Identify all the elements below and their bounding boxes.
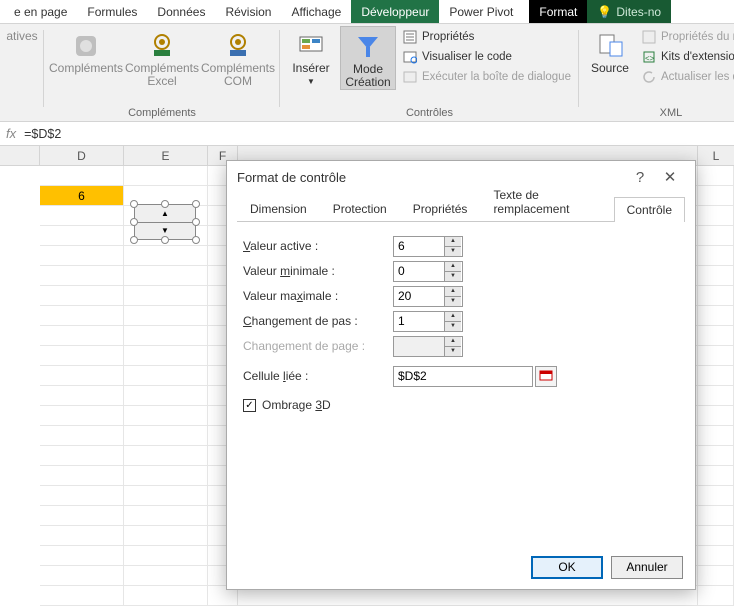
map-properties-button: Propriétés du map: [639, 28, 734, 46]
tab-power-pivot[interactable]: Power Pivot: [439, 0, 523, 23]
dlg-tab-dimension[interactable]: Dimension: [237, 196, 320, 221]
lbl-chg-page: Changement de page :: [243, 339, 393, 353]
map-props-icon: [641, 29, 657, 45]
cell-d2[interactable]: 6: [40, 186, 124, 206]
spin-chg-page: ▲▼: [444, 337, 461, 356]
dialog-tabs: Dimension Protection Propriétés Texte de…: [227, 193, 695, 221]
dlg-tab-texte[interactable]: Texte de remplacement: [480, 182, 613, 221]
source-button[interactable]: Source: [585, 26, 635, 75]
dlg-tab-proprietes[interactable]: Propriétés: [400, 196, 481, 221]
lbl-valeur-min: Valeur minimale :: [243, 264, 393, 278]
executer-dialog-button: Exécuter la boîte de dialogue: [400, 68, 573, 86]
proprietes-button[interactable]: Propriétés: [400, 28, 573, 46]
bulb-icon: 💡: [597, 5, 612, 19]
lbl-chg-pas: Changement de pas :: [243, 314, 393, 328]
complements-excel-button[interactable]: Compléments Excel: [126, 26, 198, 88]
formula-input[interactable]: [22, 126, 728, 142]
ext-kits-icon: <>: [641, 49, 657, 65]
input-valeur-max[interactable]: [394, 287, 444, 306]
group-xml-label: XML: [585, 107, 734, 120]
run-dialog-icon: [402, 69, 418, 85]
dialog-close-button[interactable]: ✕: [655, 168, 685, 186]
annuler-button[interactable]: Annuler: [611, 556, 683, 579]
dlg-tab-controle[interactable]: Contrôle: [614, 197, 685, 222]
lbl-valeur-active: VValeur active :aleur active :: [243, 239, 393, 253]
input-chg-page: [394, 337, 444, 356]
col-header[interactable]: E: [124, 146, 208, 165]
dlg-tab-protection[interactable]: Protection: [320, 196, 400, 221]
tab-format[interactable]: Format: [529, 0, 587, 23]
com-addins-icon: [222, 30, 254, 62]
svg-text:<>: <>: [645, 54, 655, 63]
inserer-button[interactable]: Insérer▼: [286, 26, 336, 88]
input-valeur-active[interactable]: [394, 237, 444, 256]
view-code-icon: [402, 49, 418, 65]
tab-revision[interactable]: Révision: [215, 0, 281, 23]
lbl-cell-liee: Cellule liée :: [243, 369, 393, 383]
ribbon-tabs: e en page Formules Données Révision Affi…: [0, 0, 734, 24]
checkmark-icon: ✓: [243, 399, 256, 412]
formula-bar: fx: [0, 122, 734, 146]
tab-donnees[interactable]: Données: [147, 0, 215, 23]
visualiser-code-button[interactable]: Visualiser le code: [400, 48, 573, 66]
range-picker-icon: [539, 369, 553, 383]
complements-com-button[interactable]: Compléments COM: [202, 26, 274, 88]
tab-mise-en-page[interactable]: e en page: [4, 0, 77, 23]
kits-extension-button[interactable]: <> Kits d'extension: [639, 48, 734, 66]
checkbox-ombrage-3d[interactable]: ✓ Ombrage 3D: [243, 398, 679, 412]
dialog-title: Format de contrôle: [237, 170, 346, 185]
col-header[interactable]: L: [698, 146, 734, 165]
lbl-valeur-max: Valeur maximale :: [243, 289, 393, 303]
insert-control-icon: [295, 30, 327, 62]
dialog-help-button[interactable]: ?: [625, 169, 655, 186]
ribbon: atives Compléments Compléments Excel Com…: [0, 24, 734, 122]
mode-creation-button[interactable]: Mode Création: [340, 26, 396, 90]
addins-icon: [70, 30, 102, 62]
group-controles-label: Contrôles: [286, 107, 573, 120]
format-control-dialog: Format de contrôle ? ✕ Dimension Protect…: [226, 160, 696, 590]
tab-developpeur[interactable]: Développeur: [351, 0, 439, 23]
spin-valeur-active[interactable]: ▲▼: [444, 237, 461, 256]
refresh-icon: [641, 69, 657, 85]
input-cell-liee[interactable]: [393, 366, 533, 387]
input-chg-pas[interactable]: [394, 312, 444, 331]
tab-tell-me[interactable]: 💡Dites-no: [587, 0, 671, 23]
form-spinner-control[interactable]: ▲ ▼: [134, 204, 196, 240]
input-valeur-min[interactable]: [394, 262, 444, 281]
complements-button[interactable]: Compléments: [50, 26, 122, 75]
group-complements-label: Compléments: [50, 107, 274, 120]
spin-valeur-max[interactable]: ▲▼: [444, 287, 461, 306]
natives-button[interactable]: atives: [6, 26, 38, 43]
col-header[interactable]: D: [40, 146, 124, 165]
fx-icon: fx: [6, 126, 16, 141]
excel-addins-icon: [146, 30, 178, 62]
tab-affichage[interactable]: Affichage: [281, 0, 351, 23]
spin-valeur-min[interactable]: ▲▼: [444, 262, 461, 281]
properties-icon: [402, 29, 418, 45]
spin-chg-pas[interactable]: ▲▼: [444, 312, 461, 331]
ok-button[interactable]: OK: [531, 556, 603, 579]
design-mode-icon: [352, 31, 384, 63]
xml-source-icon: [594, 30, 626, 62]
range-picker-button[interactable]: [535, 366, 557, 387]
tab-formules[interactable]: Formules: [77, 0, 147, 23]
actualiser-button: Actualiser les don: [639, 68, 734, 86]
